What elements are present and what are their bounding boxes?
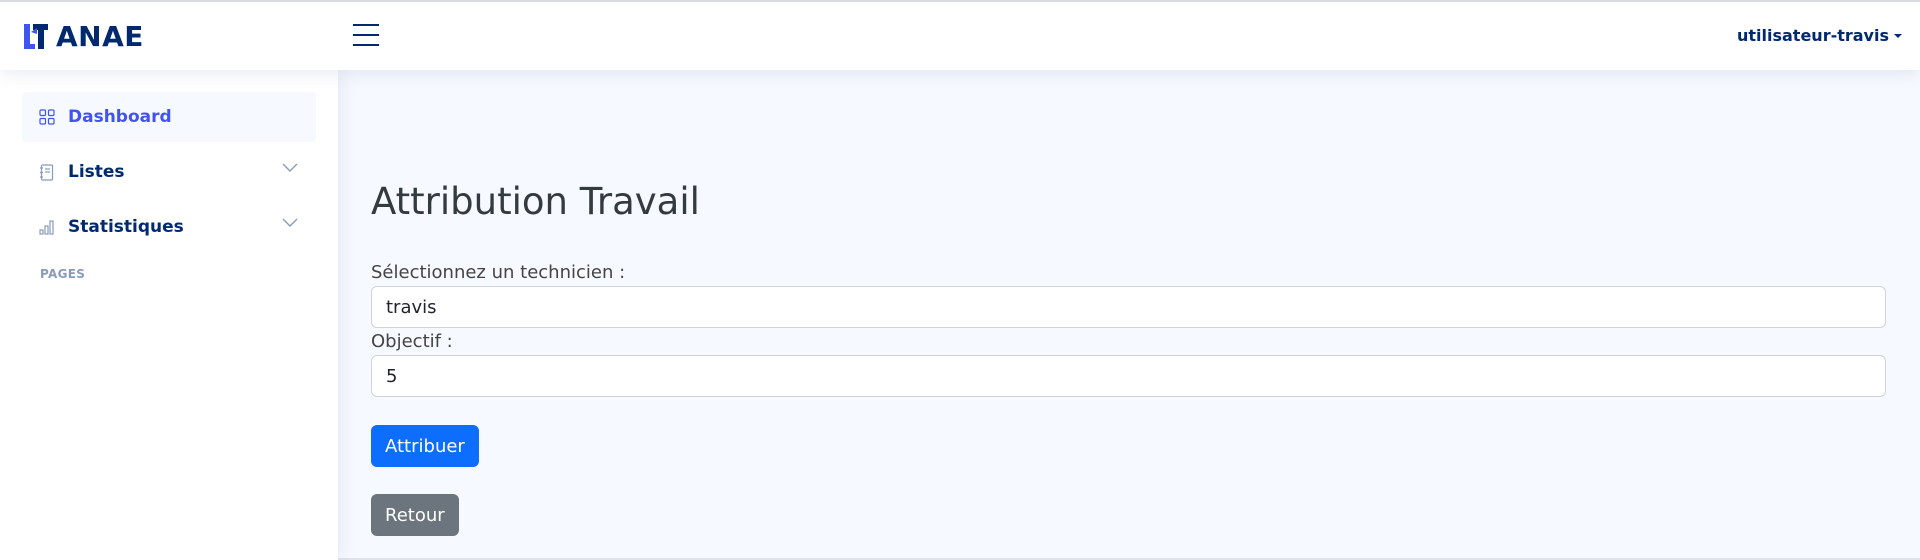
sidebar-item-listes[interactable]: Listes [22, 147, 316, 197]
back-button[interactable]: Retour [371, 494, 459, 536]
sidebar-item-label: Listes [68, 162, 125, 182]
sidebar-item-dashboard[interactable]: Dashboard [22, 92, 316, 142]
grid-icon [38, 108, 56, 126]
caret-down-icon [1894, 33, 1902, 38]
assign-button[interactable]: Attribuer [371, 425, 479, 467]
brand-name: ANAE [56, 19, 144, 53]
hamburger-menu-icon[interactable] [353, 24, 379, 46]
user-name: utilisateur-travis [1736, 26, 1889, 45]
sidebar-item-label: Dashboard [68, 107, 172, 127]
chevron-down-icon [282, 163, 298, 172]
objective-label: Objectif : [371, 331, 453, 352]
technician-input[interactable] [371, 286, 1886, 328]
page-title: Attribution Travail [371, 180, 700, 223]
chevron-down-icon [282, 218, 298, 227]
technician-label: Sélectionnez un technicien : [371, 262, 626, 283]
sidebar: Dashboard Listes Statistiques PAGES [0, 70, 338, 560]
bar-chart-icon [38, 218, 56, 236]
user-dropdown[interactable]: utilisateur-travis [1737, 26, 1902, 45]
logo-icon [24, 24, 48, 49]
top-header: ANAE utilisateur-travis [0, 0, 1920, 70]
sidebar-heading: Pages [40, 267, 86, 281]
brand-logo[interactable]: ANAE [22, 19, 144, 53]
sidebar-item-statistiques[interactable]: Statistiques [22, 202, 316, 252]
journal-icon [38, 163, 56, 181]
objective-input[interactable] [371, 355, 1886, 397]
main-content: Attribution Travail Sélectionnez un tech… [338, 70, 1920, 560]
sidebar-item-label: Statistiques [68, 217, 184, 237]
